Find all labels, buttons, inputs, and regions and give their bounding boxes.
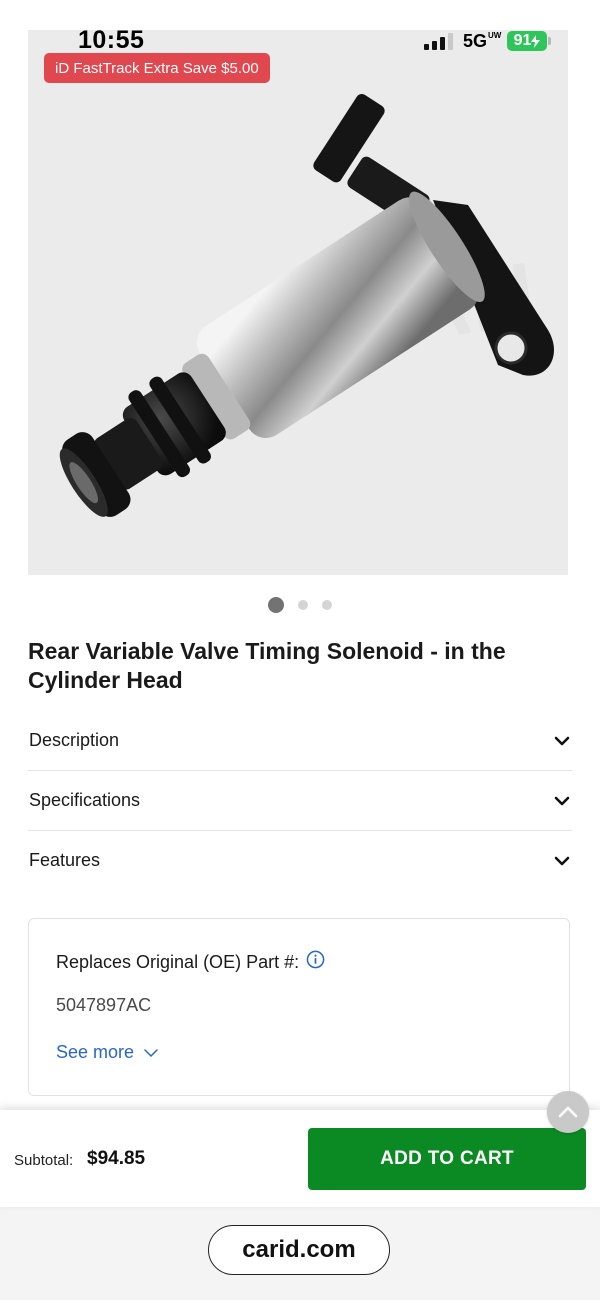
product-accordion: Description Specifications Features <box>28 711 572 890</box>
cellular-signal-icon <box>424 33 453 50</box>
valve-timing-solenoid-photo: DMAN <box>59 94 554 517</box>
network-sup: UW <box>488 31 502 40</box>
browser-bar: carid.com <box>0 1207 600 1300</box>
chevron-down-icon <box>554 796 570 805</box>
accordion-description[interactable]: Description <box>28 711 572 771</box>
subtotal-value: $94.85 <box>87 1148 146 1169</box>
chevron-up-icon <box>558 1106 578 1118</box>
info-icon[interactable] <box>306 950 325 969</box>
network-indicator: 5GUW <box>463 31 501 52</box>
see-more-label: See more <box>56 1042 135 1062</box>
product-title: Rear Variable Valve Timing Solenoid - in… <box>28 638 506 693</box>
carousel-dots <box>0 597 600 613</box>
cart-bar: Subtotal: $94.85 ADD TO CART <box>0 1110 600 1207</box>
battery-icon: 91 <box>507 31 547 51</box>
scroll-to-top-button[interactable] <box>547 1091 589 1133</box>
see-more-link[interactable]: See more <box>56 1042 158 1063</box>
battery-nub <box>548 37 551 45</box>
accordion-label: Features <box>29 850 101 870</box>
oe-heading-label: Replaces Original (OE) Part #: <box>56 952 300 972</box>
carousel-dot[interactable] <box>322 600 332 610</box>
status-time: 10:55 <box>78 26 145 54</box>
accordion-specifications[interactable]: Specifications <box>28 771 572 831</box>
carousel-dot[interactable] <box>268 597 284 613</box>
accordion-label: Description <box>29 730 120 750</box>
subtotal-label: Subtotal: <box>14 1152 74 1169</box>
accordion-label: Specifications <box>29 790 141 810</box>
product-image[interactable]: DMAN <box>28 30 568 575</box>
oe-part-card: Replaces Original (OE) Part #: 5047897AC… <box>28 918 570 1096</box>
chevron-down-icon <box>144 1048 158 1057</box>
oe-heading: Replaces Original (OE) Part #: <box>56 950 325 973</box>
chevron-down-icon <box>554 736 570 745</box>
charging-bolt-icon <box>531 34 541 48</box>
status-bar: 10:55 5GUW 91 <box>0 0 600 60</box>
carousel-dot[interactable] <box>298 600 308 610</box>
network-label: 5G <box>463 31 488 51</box>
chevron-down-icon <box>554 856 570 865</box>
battery-level: 91 <box>513 32 532 49</box>
add-to-cart-button[interactable]: ADD TO CART <box>308 1128 586 1190</box>
url-bar[interactable]: carid.com <box>208 1225 390 1275</box>
oe-part-number: 5047897AC <box>56 995 152 1015</box>
accordion-features[interactable]: Features <box>28 831 572 890</box>
